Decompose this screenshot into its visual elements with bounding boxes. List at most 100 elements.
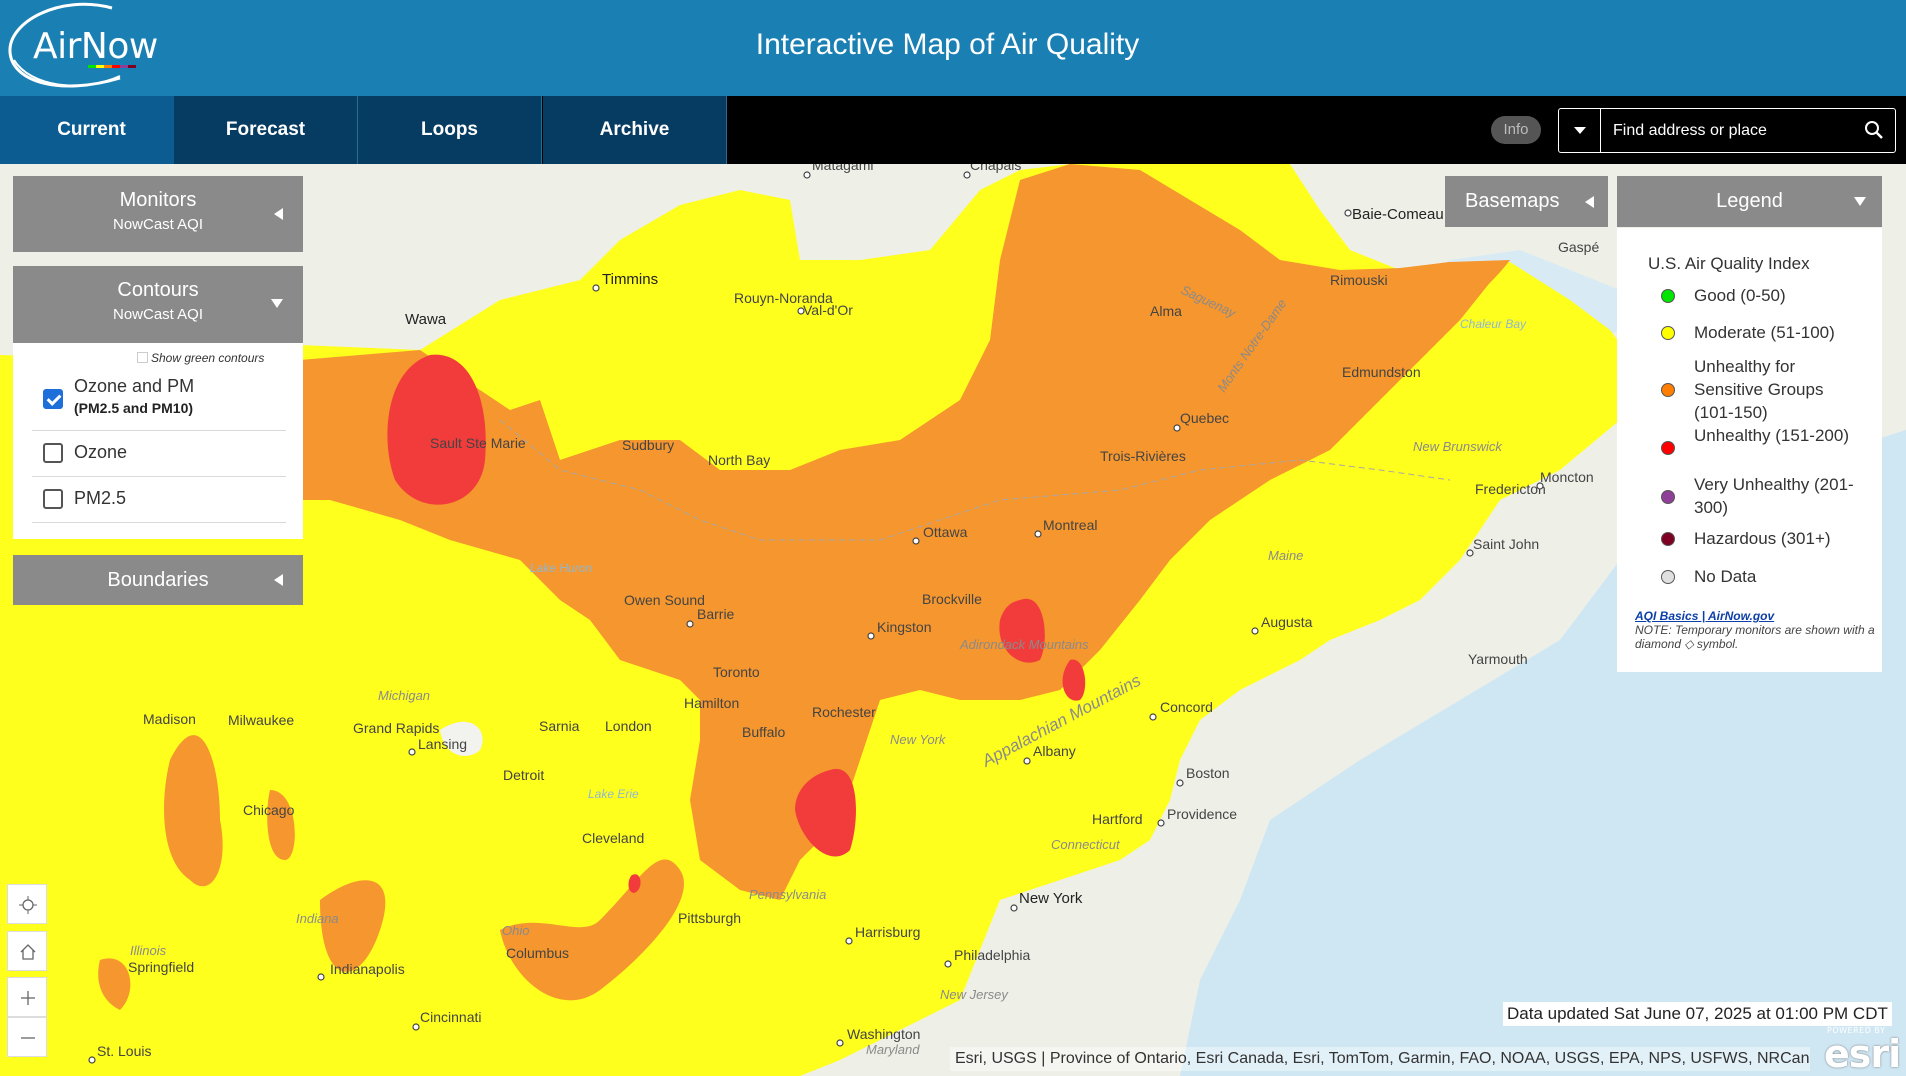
city-label: Maryland xyxy=(866,1042,920,1057)
basemaps-panel-header[interactable]: Basemaps xyxy=(1445,176,1608,227)
monitors-title: Monitors xyxy=(119,189,197,211)
zoom-out-button[interactable] xyxy=(7,1017,47,1057)
tab-current[interactable]: Current xyxy=(0,96,184,164)
monitors-subtitle: NowCast AQI xyxy=(112,216,204,233)
locate-icon xyxy=(19,896,37,914)
moderate-swatch xyxy=(1661,326,1675,340)
expand-arrow-icon xyxy=(271,299,283,308)
city-label: Grand Rapids xyxy=(353,720,439,736)
legend-panel-header[interactable]: Legend xyxy=(1617,176,1882,227)
aqi-basics-link[interactable]: AQI Basics | AirNow.gov xyxy=(1635,609,1774,623)
pm25-checkbox[interactable] xyxy=(43,489,63,509)
nav-bar: Current Forecast Loops Archive Info Find… xyxy=(0,96,1906,164)
plus-icon xyxy=(21,991,35,1005)
legend-label: Very Unhealthy (201-300) xyxy=(1694,475,1854,517)
legend-label: Moderate (51-100) xyxy=(1694,323,1835,342)
city-label: New York xyxy=(1019,890,1083,907)
collapse-arrow-icon xyxy=(1585,196,1594,208)
city-label: Quebec xyxy=(1180,410,1229,426)
very-unhealthy-swatch xyxy=(1661,490,1675,504)
search-source-dropdown[interactable] xyxy=(1559,109,1601,152)
city-label: Timmins xyxy=(602,271,658,288)
region-label: New York xyxy=(890,732,947,747)
zoom-in-button[interactable] xyxy=(7,977,47,1017)
option-pm25[interactable]: PM2.5 xyxy=(32,477,286,523)
contours-panel-body: Show green contours Ozone and PM (PM2.5 … xyxy=(13,343,303,539)
city-label: Harrisburg xyxy=(855,924,920,940)
info-button[interactable]: Info xyxy=(1491,116,1541,144)
aqi-index-title: U.S. Air Quality Index xyxy=(1648,254,1810,273)
legend-panel-body: U.S. Air Quality Index Good (0-50) Moder… xyxy=(1617,228,1882,672)
esri-logo[interactable]: POWERED BY esri xyxy=(1822,1026,1902,1076)
unhealthy-swatch xyxy=(1661,441,1675,455)
search-input[interactable]: Find address or place xyxy=(1613,109,1853,152)
legend-title: Legend xyxy=(1716,190,1783,212)
city-label: Montreal xyxy=(1043,517,1097,533)
city-label: Cincinnati xyxy=(420,1009,481,1025)
city-label: Augusta xyxy=(1261,614,1313,630)
home-icon xyxy=(20,944,36,960)
option-ozone[interactable]: Ozone xyxy=(32,431,286,477)
region-label: Chaleur Bay xyxy=(1460,317,1527,331)
city-label: London xyxy=(605,718,652,734)
ozone-checkbox[interactable] xyxy=(43,443,63,463)
city-label: New Jersey xyxy=(940,987,1009,1002)
city-label: Albany xyxy=(1033,743,1076,759)
option-label: PM2.5 xyxy=(74,488,127,508)
show-green-label: Show green contours xyxy=(151,351,265,365)
city-label: Rochester xyxy=(812,704,876,720)
tab-loops[interactable]: Loops xyxy=(358,96,542,164)
option-label: Ozone xyxy=(74,442,128,462)
boundaries-panel-header[interactable]: Boundaries xyxy=(13,555,303,605)
legend-label: Hazardous (301+) xyxy=(1694,529,1831,548)
city-label: Barrie xyxy=(697,606,735,622)
city-label: Columbus xyxy=(506,945,569,961)
city-label: Sudbury xyxy=(622,437,674,453)
good-swatch xyxy=(1661,289,1675,303)
map-attribution[interactable]: Esri, USGS | Province of Ontario, Esri C… xyxy=(950,1047,1810,1071)
city-label: Fredericton xyxy=(1475,481,1546,497)
city-label: Buffalo xyxy=(742,724,786,740)
boundaries-title: Boundaries xyxy=(107,569,209,591)
city-label: Brockville xyxy=(922,591,982,607)
contours-subtitle: NowCast AQI xyxy=(112,306,204,323)
legend-label: Good (0-50) xyxy=(1694,286,1786,305)
aqi-unhealthy-sault xyxy=(387,354,486,505)
legend-label: No Data xyxy=(1694,567,1757,586)
city-label: Madison xyxy=(143,711,196,727)
city-label: Ohio xyxy=(502,923,529,938)
city-label: Hartford xyxy=(1092,811,1143,827)
city-label: Moncton xyxy=(1540,469,1594,485)
option-label: Ozone and PM xyxy=(74,376,195,396)
home-button[interactable] xyxy=(7,931,47,971)
city-label: Gaspé xyxy=(1558,239,1599,255)
contours-panel-header[interactable]: Contours NowCast AQI xyxy=(13,266,303,343)
city-label: Chapais xyxy=(970,164,1021,173)
basemaps-title: Basemaps xyxy=(1465,190,1560,212)
minus-icon xyxy=(21,1037,35,1039)
city-label: St. Louis xyxy=(97,1043,151,1059)
city-label: Val-d'Or xyxy=(803,302,853,318)
city-label: Edmundston xyxy=(1342,364,1421,380)
no-data-swatch xyxy=(1661,570,1675,584)
city-label: Philadelphia xyxy=(954,947,1030,963)
region-label: New Brunswick xyxy=(1413,439,1503,454)
city-label: Wawa xyxy=(405,311,447,328)
region-label: Adirondack Mountains xyxy=(959,637,1089,652)
tab-archive[interactable]: Archive xyxy=(543,96,727,164)
show-green-contours-toggle[interactable]: Show green contours xyxy=(137,351,264,365)
city-label: Yarmouth xyxy=(1468,651,1528,667)
expand-arrow-icon xyxy=(1854,197,1866,206)
city-label: Saint John xyxy=(1473,536,1539,552)
tab-forecast[interactable]: Forecast xyxy=(174,96,358,164)
collapse-arrow-icon xyxy=(274,208,283,220)
option-ozone-and-pm[interactable]: Ozone and PM (PM2.5 and PM10) xyxy=(32,365,286,431)
ozone-and-pm-checkbox[interactable] xyxy=(43,389,63,409)
show-green-checkbox[interactable] xyxy=(137,352,148,363)
search-icon[interactable] xyxy=(1863,119,1885,141)
region-label: Lake Erie xyxy=(588,787,639,801)
monitors-panel-header[interactable]: Monitors NowCast AQI xyxy=(13,176,303,252)
header-bar: AirNow Interactive Map of Air Quality xyxy=(0,0,1906,96)
city-label: Baie-Comeau xyxy=(1352,206,1444,223)
locate-button[interactable] xyxy=(7,884,47,924)
